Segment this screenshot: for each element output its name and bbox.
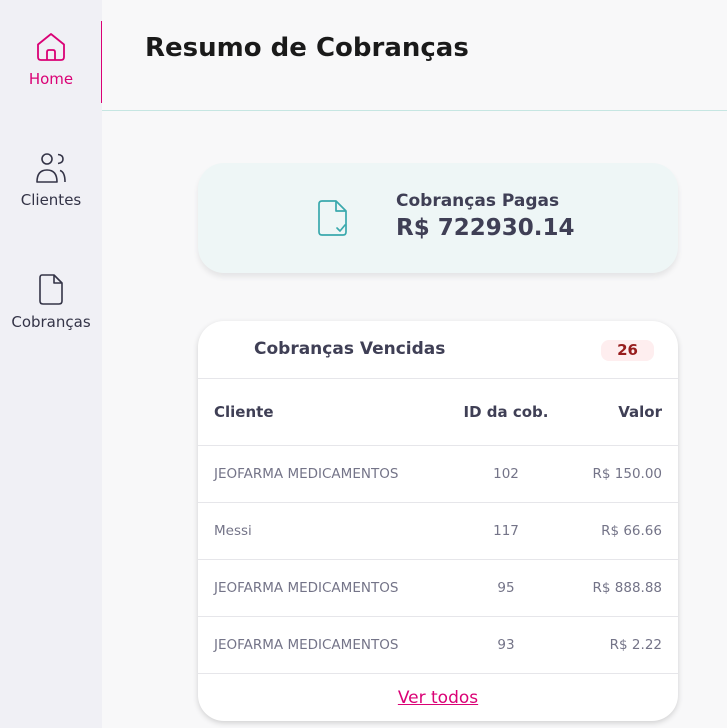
overdue-card-header: Cobranças Vencidas 26	[198, 321, 678, 379]
table-header-row: Cliente ID da cob. Valor	[198, 379, 678, 446]
cell-value: R$ 66.66	[601, 523, 662, 539]
cell-id: 102	[493, 466, 519, 482]
table-row[interactable]: Messi 117 R$ 66.66	[198, 503, 678, 560]
sidebar-item-label: Cobranças	[11, 313, 91, 331]
cell-id: 117	[493, 523, 519, 539]
sidebar-item-label: Clientes	[20, 191, 82, 209]
table-row[interactable]: JEOFARMA MEDICAMENTOS 102 R$ 150.00	[198, 446, 678, 503]
page-title: Resumo de Cobranças	[145, 33, 469, 63]
cell-client: JEOFARMA MEDICAMENTOS	[214, 637, 399, 653]
cell-client: JEOFARMA MEDICAMENTOS	[214, 466, 399, 482]
document-check-icon	[318, 200, 347, 236]
cell-id: 95	[497, 580, 515, 596]
cell-client: JEOFARMA MEDICAMENTOS	[214, 580, 399, 596]
sidebar-item-label: Home	[28, 70, 74, 88]
table-row[interactable]: JEOFARMA MEDICAMENTOS 93 R$ 2.22	[198, 617, 678, 674]
cell-value: R$ 150.00	[592, 466, 663, 482]
paid-charges-title: Cobranças Pagas	[396, 191, 560, 211]
page-header: Resumo de Cobranças	[102, 0, 727, 111]
paid-charges-total: R$ 722930.14	[396, 215, 575, 241]
column-header-client: Cliente	[214, 403, 274, 421]
see-all-container: Ver todos	[198, 674, 678, 721]
cell-client: Messi	[214, 523, 252, 539]
cell-value: R$ 888.88	[592, 580, 663, 596]
overdue-count-badge: 26	[601, 340, 654, 361]
overdue-charges-title: Cobranças Vencidas	[254, 339, 446, 359]
sidebar-item-cobrancas[interactable]: Cobranças	[0, 273, 102, 357]
users-icon	[36, 153, 66, 183]
column-header-value: Valor	[618, 403, 662, 421]
cell-value: R$ 2.22	[609, 637, 662, 653]
sidebar: Home Clientes Cobranças	[0, 0, 102, 728]
table-row[interactable]: JEOFARMA MEDICAMENTOS 95 R$ 888.88	[198, 560, 678, 617]
cell-id: 93	[497, 637, 515, 653]
sidebar-item-home[interactable]: Home	[0, 30, 102, 114]
see-all-link[interactable]: Ver todos	[398, 688, 478, 708]
overdue-charges-card: Cobranças Vencidas 26 Cliente ID da cob.…	[198, 321, 678, 721]
sidebar-item-clientes[interactable]: Clientes	[0, 151, 102, 235]
home-icon	[37, 33, 65, 61]
column-header-id: ID da cob.	[463, 403, 549, 421]
document-icon	[39, 274, 63, 305]
paid-charges-card: Cobranças Pagas R$ 722930.14	[198, 163, 678, 273]
